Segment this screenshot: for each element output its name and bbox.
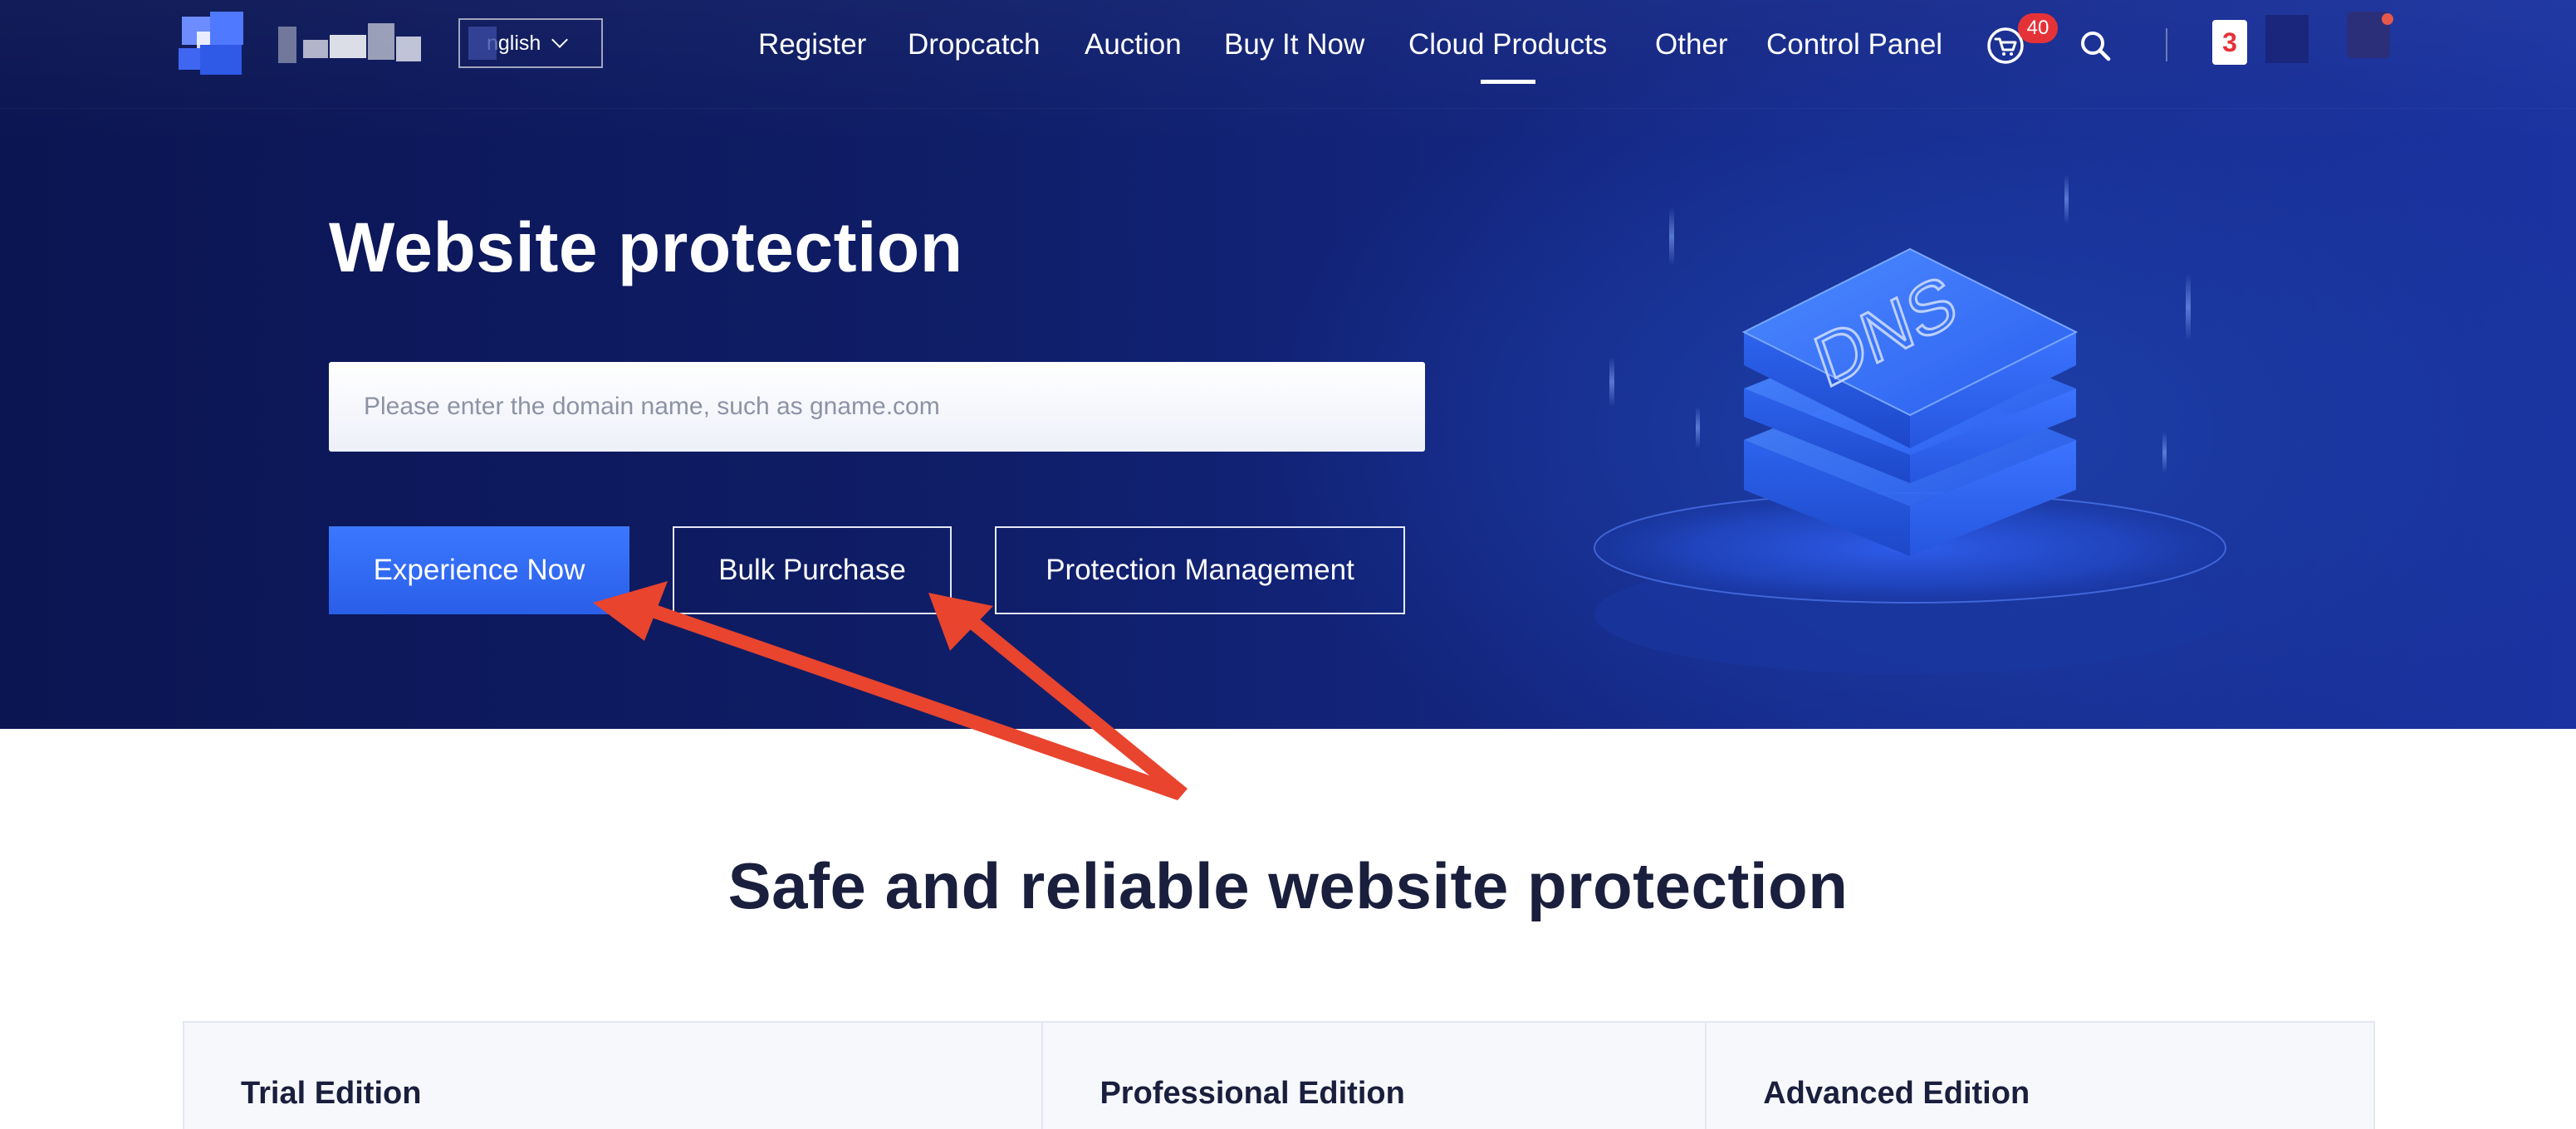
nav-control-panel[interactable]: Control Panel [1766, 18, 1942, 71]
plan-name: Advanced Edition [1763, 1076, 2030, 1111]
domain-search-input[interactable] [329, 362, 1425, 452]
search-icon[interactable] [2078, 28, 2113, 63]
nav-auction[interactable]: Auction [1085, 18, 1182, 71]
dns-stack-icon: DNS [1594, 174, 2226, 674]
hero-banner: nglish Register Dropcatch Auction Buy It… [0, 0, 2576, 729]
plan-advanced[interactable]: Advanced Edition [1707, 1023, 2373, 1129]
message-icon[interactable] [2265, 15, 2309, 63]
experience-now-button[interactable]: Experience Now [329, 526, 629, 614]
notification-dot [2382, 13, 2393, 25]
nav-cloud-products[interactable]: Cloud Products [1408, 18, 1607, 84]
plan-name: Trial Edition [241, 1076, 422, 1111]
plan-trial[interactable]: Trial Edition [184, 1023, 1044, 1129]
chevron-down-icon [551, 32, 569, 48]
nav-divider [2166, 28, 2167, 61]
nav-other[interactable]: Other [1655, 18, 1728, 71]
protection-management-button[interactable]: Protection Management [995, 526, 1405, 614]
avatar[interactable] [2347, 12, 2393, 58]
plan-name: Professional Edition [1099, 1076, 1405, 1111]
cart-count-badge: 40 [2018, 13, 2058, 43]
plans-table: Trial Edition Professional Edition Advan… [183, 1021, 2375, 1129]
nav-dropcatch[interactable]: Dropcatch [908, 18, 1041, 71]
nav-register[interactable]: Register [758, 18, 866, 71]
bulk-purchase-button[interactable]: Bulk Purchase [673, 526, 952, 614]
language-flag-icon [468, 27, 497, 60]
plan-professional[interactable]: Professional Edition [1043, 1023, 1707, 1129]
language-selector[interactable]: nglish [458, 18, 603, 68]
top-nav: nglish Register Dropcatch Auction Buy It… [0, 0, 2576, 109]
section-title: Safe and reliable website protection [727, 849, 1849, 922]
page-title: Website protection [329, 208, 963, 286]
nav-buy-it-now[interactable]: Buy It Now [1224, 18, 1364, 71]
notice-card-icon[interactable]: 3 [2212, 20, 2247, 65]
logo[interactable] [179, 8, 436, 78]
